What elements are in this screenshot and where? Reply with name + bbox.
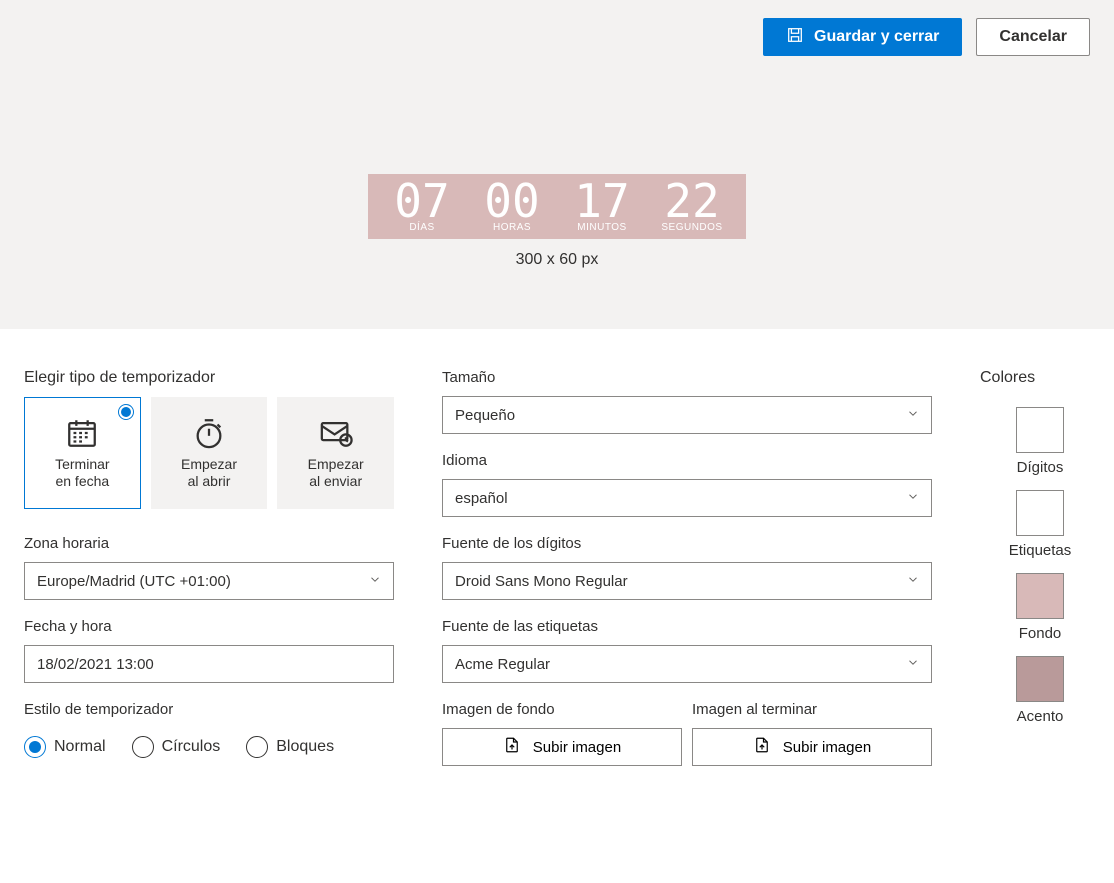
tile-label: Empezar al enviar xyxy=(308,456,364,490)
labelfont-label: Fuente de las etiquetas xyxy=(442,618,932,635)
datetime-value: 18/02/2021 13:00 xyxy=(37,656,154,673)
upload-icon xyxy=(503,736,521,758)
tile-label: Empezar al abrir xyxy=(181,456,237,490)
color-swatch-digits[interactable] xyxy=(1016,407,1064,453)
timer-label-days: DÍAS xyxy=(409,222,434,233)
calendar-icon xyxy=(65,416,99,450)
size-label: Tamaño xyxy=(442,369,932,386)
toolbar: Guardar y cerrar Cancelar xyxy=(0,0,1114,74)
color-background: Fondo xyxy=(990,573,1090,642)
timer-value-hours: 00 xyxy=(484,178,539,224)
tile-start-on-send[interactable]: Empezar al enviar xyxy=(277,397,394,509)
tile-start-on-open[interactable]: Empezar al abrir xyxy=(151,397,268,509)
bgimg-upload-button[interactable]: Subir imagen xyxy=(442,728,682,766)
timer-seg-days: 07 DÍAS xyxy=(382,178,462,233)
endimg-label: Imagen al terminar xyxy=(692,701,932,718)
timer-preview-area: 07 DÍAS 00 HORAS 17 MINUTOS 22 SEGUNDOS … xyxy=(0,74,1114,329)
color-digits: Dígitos xyxy=(990,407,1090,476)
radio-label: Bloques xyxy=(276,738,334,756)
radio-label: Círculos xyxy=(162,738,221,756)
color-label: Dígitos xyxy=(1017,459,1064,476)
radio-normal[interactable]: Normal xyxy=(24,736,106,758)
radio-indicator xyxy=(246,736,268,758)
timer-label-hours: HORAS xyxy=(493,222,531,233)
timer-type-tiles: Terminar en fecha Empezar al abrir xyxy=(24,397,394,509)
colors-title: Colores xyxy=(980,369,1080,387)
timer-seg-hours: 00 HORAS xyxy=(472,178,552,233)
color-labels: Etiquetas xyxy=(990,490,1090,559)
bgimg-label: Imagen de fondo xyxy=(442,701,682,718)
digitfont-select[interactable]: Droid Sans Mono Regular xyxy=(442,562,932,600)
labelfont-value: Acme Regular xyxy=(455,656,550,673)
size-select[interactable]: Pequeño xyxy=(442,396,932,434)
radio-label: Normal xyxy=(54,738,106,756)
color-swatch-background[interactable] xyxy=(1016,573,1064,619)
tile-end-on-date[interactable]: Terminar en fecha xyxy=(24,397,141,509)
col-right: Colores Dígitos Etiquetas Fondo Acento xyxy=(980,369,1090,766)
tile-label: Terminar en fecha xyxy=(55,456,109,490)
timer-seg-seconds: 22 SEGUNDOS xyxy=(652,178,732,233)
size-value: Pequeño xyxy=(455,407,515,424)
color-accent: Acento xyxy=(990,656,1090,725)
stopwatch-icon xyxy=(192,416,226,450)
timer-value-seconds: 22 xyxy=(664,178,719,224)
radio-indicator xyxy=(24,736,46,758)
envelope-clock-icon xyxy=(319,416,353,450)
timer-seg-minutes: 17 MINUTOS xyxy=(562,178,642,233)
col-mid: Tamaño Pequeño Idioma español xyxy=(442,369,932,766)
timer-label-seconds: SEGUNDOS xyxy=(661,222,722,233)
col-left: Elegir tipo de temporizador Terminar en … xyxy=(24,369,394,766)
radio-circulos[interactable]: Círculos xyxy=(132,736,221,758)
endimg-upload-button[interactable]: Subir imagen xyxy=(692,728,932,766)
timer-type-label: Elegir tipo de temporizador xyxy=(24,369,394,387)
color-swatch-labels[interactable] xyxy=(1016,490,1064,536)
timer-label-minutes: MINUTOS xyxy=(577,222,626,233)
labelfont-select[interactable]: Acme Regular xyxy=(442,645,932,683)
timer-value-minutes: 17 xyxy=(574,178,629,224)
language-label: Idioma xyxy=(442,452,932,469)
datetime-input[interactable]: 18/02/2021 13:00 xyxy=(24,645,394,683)
color-label: Etiquetas xyxy=(1009,542,1072,559)
timer-style-radios: Normal Círculos Bloques xyxy=(24,736,394,758)
radio-indicator xyxy=(132,736,154,758)
radio-bloques[interactable]: Bloques xyxy=(246,736,334,758)
digitfont-value: Droid Sans Mono Regular xyxy=(455,573,628,590)
tile-radio-indicator xyxy=(118,404,134,420)
save-icon xyxy=(786,26,804,49)
language-value: español xyxy=(455,490,508,507)
config-panel: Elegir tipo de temporizador Terminar en … xyxy=(0,329,1114,796)
datetime-label: Fecha y hora xyxy=(24,618,394,635)
timer-style-label: Estilo de temporizador xyxy=(24,701,394,718)
digitfont-label: Fuente de los dígitos xyxy=(442,535,932,552)
color-swatch-accent[interactable] xyxy=(1016,656,1064,702)
preview-dimensions: 300 x 60 px xyxy=(516,251,599,269)
color-label: Acento xyxy=(1017,708,1064,725)
save-button-label: Guardar y cerrar xyxy=(814,28,939,46)
cancel-button[interactable]: Cancelar xyxy=(976,18,1090,56)
upload-icon xyxy=(753,736,771,758)
upload-label: Subir imagen xyxy=(533,739,621,756)
cancel-button-label: Cancelar xyxy=(999,28,1067,46)
save-and-close-button[interactable]: Guardar y cerrar xyxy=(763,18,962,56)
language-select[interactable]: español xyxy=(442,479,932,517)
timezone-select[interactable]: Europe/Madrid (UTC +01:00) xyxy=(24,562,394,600)
timezone-value: Europe/Madrid (UTC +01:00) xyxy=(37,573,231,590)
timezone-label: Zona horaria xyxy=(24,535,394,552)
timer-value-days: 07 xyxy=(394,178,449,224)
upload-label: Subir imagen xyxy=(783,739,871,756)
color-label: Fondo xyxy=(1019,625,1062,642)
timer-preview: 07 DÍAS 00 HORAS 17 MINUTOS 22 SEGUNDOS xyxy=(368,174,746,239)
